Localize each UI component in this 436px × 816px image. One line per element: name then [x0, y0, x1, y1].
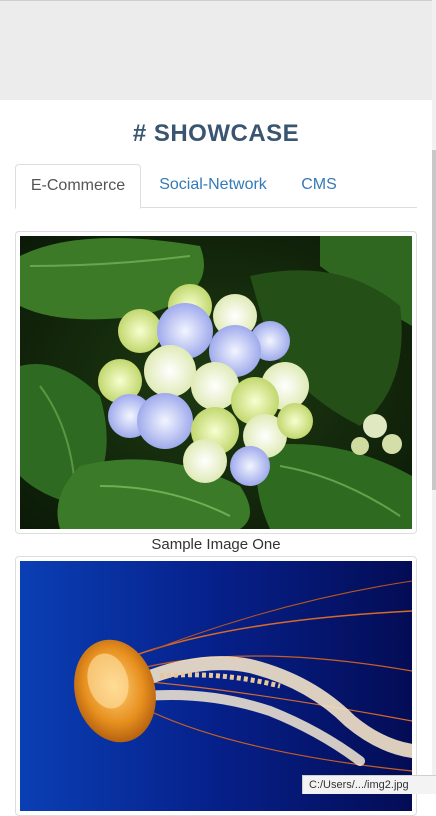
- image-caption-1: Sample Image One: [151, 536, 281, 553]
- hydrangea-image: [20, 236, 412, 529]
- tab-e-commerce[interactable]: E-Commerce: [15, 164, 141, 209]
- tab-cms[interactable]: CMS: [287, 164, 351, 208]
- gallery-thumbnail-1[interactable]: [15, 231, 417, 534]
- page-scrollbar[interactable]: [432, 0, 436, 794]
- tab-social-network[interactable]: Social-Network: [143, 164, 283, 208]
- top-header-band: [0, 0, 436, 100]
- showcase-tabs: E-Commerce Social-Network CMS: [15, 164, 417, 209]
- status-bar-url: C:/Users/.../img2.jpg: [302, 775, 436, 794]
- jellyfish-image: [20, 561, 412, 811]
- page-title: # SHOWCASE: [132, 120, 300, 147]
- scrollbar-thumb[interactable]: [432, 150, 436, 490]
